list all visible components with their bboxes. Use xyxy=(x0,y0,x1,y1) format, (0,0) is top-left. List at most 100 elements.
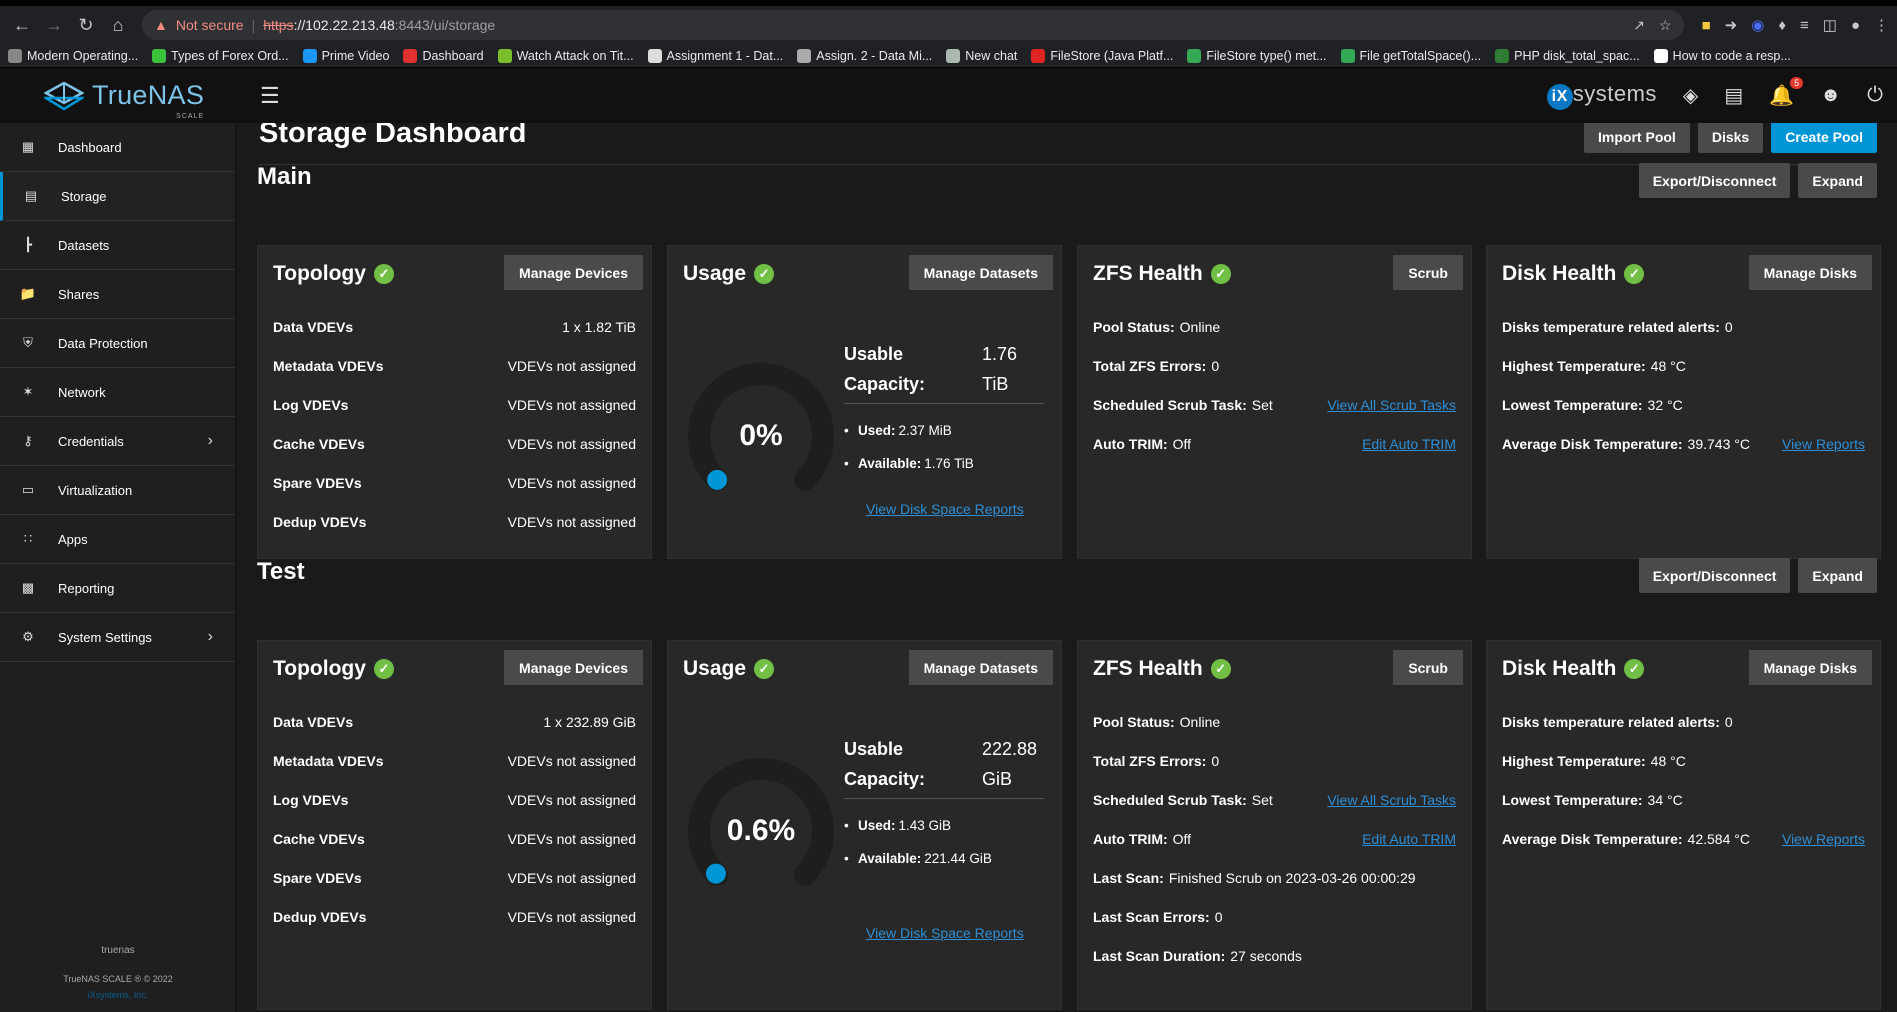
usage-percent: 0% xyxy=(739,419,783,452)
sidebar-item-virtualization[interactable]: ▭ Virtualization xyxy=(0,466,235,515)
edit-auto-trim-link[interactable]: Edit Auto TRIM xyxy=(1362,436,1456,452)
card-title: Usage ✓ xyxy=(683,657,775,681)
edit-auto-trim-link[interactable]: Edit Auto TRIM xyxy=(1362,831,1456,847)
bookmark-item[interactable]: Types of Forex Ord... xyxy=(152,48,289,63)
vdev-row: Cache VDEVs VDEVs not assigned xyxy=(273,436,636,452)
address-bar[interactable]: ▲ Not secure | https://102.22.213.48:844… xyxy=(142,10,1684,40)
not-secure-label: Not secure xyxy=(175,17,244,33)
power-icon[interactable]: ⏻ xyxy=(1867,84,1883,107)
manage-devices-button[interactable]: Manage Devices xyxy=(504,650,643,685)
truenas-logo[interactable]: TrueNAS SCALE xyxy=(0,80,236,120)
manage-disks-button[interactable]: Manage Disks xyxy=(1748,255,1872,290)
create-pool-button[interactable]: Create Pool xyxy=(1771,123,1877,153)
view-reports-link[interactable]: View Reports xyxy=(1782,831,1865,847)
bookmark-favicon-icon xyxy=(1495,48,1510,63)
manage-devices-button[interactable]: Manage Devices xyxy=(504,255,643,290)
sidepanel-icon[interactable]: ◫ xyxy=(1823,16,1837,34)
title-divider xyxy=(259,164,1875,165)
truecommand-icon[interactable]: ◈ xyxy=(1683,83,1698,108)
sidebar-item-data-protection[interactable]: ⛨ Data Protection xyxy=(0,319,235,368)
vdev-row: Log VDEVs VDEVs not assigned xyxy=(273,792,636,808)
hamburger-menu-icon[interactable]: ☰ xyxy=(260,83,280,109)
disk-health-row: Highest Temperature: 48 °C xyxy=(1502,753,1686,769)
bookmark-item[interactable]: Assignment 1 - Dat... xyxy=(647,48,784,63)
sidebar-item-shares[interactable]: 📁 Shares xyxy=(0,270,235,319)
reload-icon[interactable]: ↻ xyxy=(72,11,100,39)
bookmark-label: Modern Operating... xyxy=(27,48,139,63)
bookmark-item[interactable]: Assign. 2 - Data Mi... xyxy=(797,48,932,63)
bookmark-favicon-icon xyxy=(8,48,22,63)
zfs-row: Total ZFS Errors: 0 xyxy=(1093,358,1220,374)
scrub-button[interactable]: Scrub xyxy=(1393,650,1463,685)
manage-disks-button[interactable]: Manage Disks xyxy=(1748,650,1872,685)
bookmark-label: Assignment 1 - Dat... xyxy=(666,48,784,63)
bookmark-item[interactable]: Prime Video xyxy=(302,48,389,63)
check-circle-icon: ✓ xyxy=(373,264,394,284)
bookmark-item[interactable]: Dashboard xyxy=(403,48,484,63)
disks-button[interactable]: Disks xyxy=(1697,123,1764,153)
sidebar-item-label: Network xyxy=(58,384,106,400)
view-all-scrub-tasks-link[interactable]: View All Scrub Tasks xyxy=(1327,792,1456,808)
sidebar: ▦ Dashboard ▤ Storage ┣ Datasets 📁 Shares ⛨ Data … xyxy=(0,123,236,1012)
bookmark-item[interactable]: File getTotalSpace()... xyxy=(1340,48,1481,63)
account-icon[interactable]: ☻ xyxy=(1820,84,1841,107)
notifications-bell-icon[interactable]: 🔔 5 xyxy=(1769,77,1804,108)
zfs-row: Auto TRIM: Off Edit Auto TRIM xyxy=(1093,831,1456,847)
vdev-row: Dedup VDEVs VDEVs not assigned xyxy=(273,909,636,925)
bookmark-item[interactable]: PHP disk_total_spac... xyxy=(1495,48,1640,63)
clipboard-icon[interactable]: ▤ xyxy=(1724,83,1743,108)
bookmark-favicon-icon xyxy=(797,48,812,63)
arrow-extension-icon[interactable]: ➜ xyxy=(1725,16,1738,34)
check-circle-icon: ✓ xyxy=(1624,264,1645,284)
bookmark-item[interactable]: FileStore (Java Platf... xyxy=(1031,48,1173,63)
url-text: https://102.22.213.48:8443/ui/storage xyxy=(263,17,496,33)
bookmark-favicon-icon xyxy=(647,48,662,63)
sidebar-item-credentials[interactable]: ⚷ Credentials › xyxy=(0,417,235,466)
export-disconnect-button[interactable]: Export/Disconnect xyxy=(1638,163,1791,198)
view-disk-space-reports-link[interactable]: View Disk Space Reports xyxy=(866,501,1024,517)
zfs-row: Scheduled Scrub Task: Set View All Scrub T… xyxy=(1093,397,1456,413)
view-all-scrub-tasks-link[interactable]: View All Scrub Tasks xyxy=(1327,397,1456,413)
disk-health-row: Lowest Temperature: 34 °C xyxy=(1502,792,1683,808)
back-icon[interactable]: ← xyxy=(8,11,36,39)
profile-icon[interactable]: ● xyxy=(1851,17,1860,34)
shield-icon: ⛨ xyxy=(23,335,33,350)
bookmark-item[interactable]: Watch Attack on Tit... xyxy=(497,48,634,63)
sidebar-item-reporting[interactable]: ▩ Reporting xyxy=(0,564,235,613)
bookmark-favicon-icon xyxy=(302,48,317,63)
sidebar-item-dashboard[interactable]: ▦ Dashboard xyxy=(0,123,235,172)
company-link[interactable]: iXsystems, Inc. xyxy=(0,990,236,1000)
menu-kebab-icon[interactable]: ⋮ xyxy=(1874,16,1889,34)
bookmark-item[interactable]: New chat xyxy=(946,48,1017,63)
bookmark-item[interactable]: How to code a resp... xyxy=(1653,48,1791,63)
circle-extension-icon[interactable]: ◉ xyxy=(1751,16,1764,34)
manage-datasets-button[interactable]: Manage Datasets xyxy=(908,650,1053,685)
vdev-row: Cache VDEVs VDEVs not assigned xyxy=(273,831,636,847)
forward-icon[interactable]: → xyxy=(40,11,68,39)
ixsystems-logo[interactable]: iX systems xyxy=(1546,81,1657,110)
view-reports-link[interactable]: View Reports xyxy=(1782,436,1865,452)
sidebar-item-network[interactable]: ✶ Network xyxy=(0,368,235,417)
share-icon[interactable]: ↗ xyxy=(1633,17,1645,34)
import-pool-button[interactable]: Import Pool xyxy=(1584,123,1690,153)
export-disconnect-button[interactable]: Export/Disconnect xyxy=(1638,558,1791,593)
expand-button[interactable]: Expand xyxy=(1798,163,1877,198)
sidebar-item-apps[interactable]: ∷ Apps xyxy=(0,515,235,564)
scrub-button[interactable]: Scrub xyxy=(1393,255,1463,290)
bookmark-label: How to code a resp... xyxy=(1672,48,1791,63)
expand-button[interactable]: Expand xyxy=(1798,558,1877,593)
sidebar-item-datasets[interactable]: ┣ Datasets xyxy=(0,221,235,270)
bookmark-item[interactable]: FileStore type() met... xyxy=(1187,48,1327,63)
sidebar-item-storage[interactable]: ▤ Storage xyxy=(0,172,235,221)
view-disk-space-reports-link[interactable]: View Disk Space Reports xyxy=(866,925,1024,941)
sidebar-item-system-settings[interactable]: ⚙ System Settings › xyxy=(0,613,235,662)
zfs-health-card: ZFS Health ✓ Scrub Pool Status: Online Total … xyxy=(1077,245,1472,559)
home-icon[interactable]: ⌂ xyxy=(104,11,132,39)
folder-extension-icon[interactable]: ■ xyxy=(1702,17,1711,34)
playlist-icon[interactable]: ≡ xyxy=(1800,17,1809,34)
zfs-health-card: ZFS Health ✓ Scrub Pool Status: Online Total … xyxy=(1077,640,1472,1010)
puzzle-icon[interactable]: ♦ xyxy=(1778,17,1786,34)
bookmark-item[interactable]: Modern Operating... xyxy=(8,48,139,63)
manage-datasets-button[interactable]: Manage Datasets xyxy=(908,255,1053,290)
star-icon[interactable]: ☆ xyxy=(1659,17,1672,34)
